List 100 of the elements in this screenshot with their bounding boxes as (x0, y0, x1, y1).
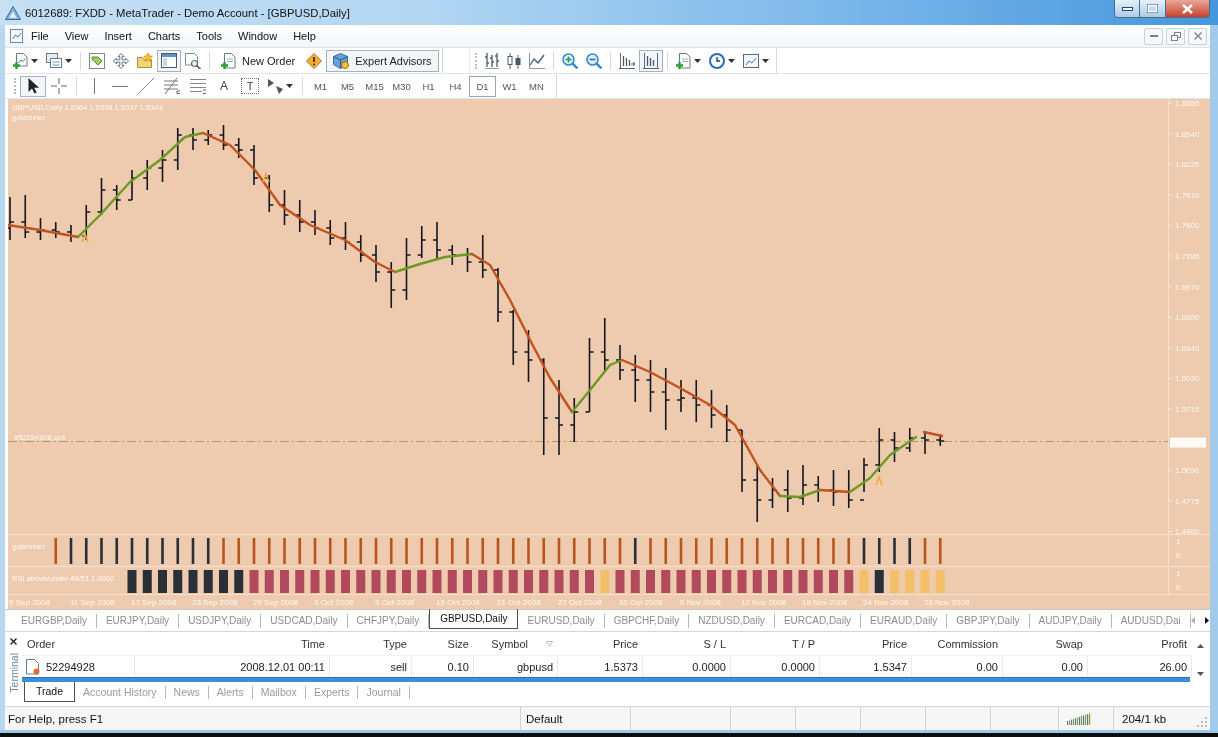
menu-item[interactable]: Tools (188, 30, 230, 42)
menu-item[interactable]: Window (230, 30, 286, 42)
chart-tab[interactable]: AUDUSD,Dai (1111, 614, 1191, 628)
table-cell: 1.5373 (604, 660, 638, 673)
signal-marker-icon (875, 474, 883, 486)
scroll-right-icon[interactable] (1204, 616, 1209, 624)
close-icon[interactable] (10, 638, 17, 645)
chart-tab[interactable]: EURAUD,Daily (861, 614, 948, 628)
close-button[interactable] (1166, 0, 1210, 18)
scroll-down-icon[interactable] (1196, 672, 1204, 676)
timeframe-button[interactable]: M15 (361, 75, 388, 97)
new-order-button[interactable]: New Order (214, 49, 303, 72)
page-plus-icon (675, 52, 691, 69)
chart-tab[interactable]: AUDJPY,Daily (1029, 614, 1112, 628)
four-arrows-icon (113, 52, 129, 69)
price-label: 1.5090 (1175, 466, 1200, 476)
price-label: 1.6970 (1175, 282, 1200, 292)
menu-item[interactable]: File (23, 30, 57, 42)
price-label: 1.4775 (1175, 496, 1200, 506)
price-label: 1.8540 (1175, 129, 1200, 139)
maximize-button[interactable] (1140, 0, 1166, 18)
date-label: 12 Nov 2008 (741, 598, 787, 607)
chart-tab[interactable]: GBPUSD,Daily (429, 609, 519, 629)
table-cell: sell (390, 660, 407, 673)
table-cell: 0.0000 (781, 660, 815, 673)
table-cell: 0.0000 (692, 660, 726, 673)
price-label: 1.7285 (1175, 252, 1200, 261)
column-header[interactable]: T / P (791, 637, 815, 650)
chart-tab[interactable]: GBPJPY,Daily (947, 614, 1030, 628)
date-label: 24 Nov 2008 (863, 598, 909, 607)
chart-tab[interactable]: GBPCHF,Daily (604, 614, 690, 628)
text-tool-button[interactable]: A (211, 75, 237, 97)
triangle-logo-icon (5, 5, 21, 20)
column-header[interactable]: Size (447, 637, 469, 650)
line-chart-icon (528, 52, 545, 69)
scroll-up-icon[interactable] (1196, 644, 1204, 648)
horizontal-line-icon (112, 84, 128, 88)
timeframe-button[interactable]: W1 (496, 75, 523, 97)
minimize-button[interactable] (1114, 0, 1140, 18)
column-header[interactable]: Price (881, 637, 907, 650)
column-header[interactable]: Commission (937, 637, 998, 650)
close-icon (1193, 32, 1202, 40)
timeframe-button[interactable]: H4 (442, 75, 469, 97)
column-header[interactable]: S / L (703, 637, 726, 650)
tag-page-icon (89, 52, 105, 69)
chart-tab[interactable]: USDCAD,Daily (261, 614, 348, 628)
chart-tab[interactable]: EURUSD,Daily (518, 614, 605, 628)
chart-tab[interactable]: EURJPY,Daily (96, 614, 180, 628)
chart-tab[interactable]: EURGBP,Daily (12, 614, 97, 628)
expert-advisors-button[interactable]: Expert Advisors (326, 49, 439, 72)
chart-tab[interactable]: EURCAD,Daily (774, 614, 862, 628)
terminal-tab[interactable]: Trade (24, 682, 76, 702)
chart-tab[interactable]: CHFJPY,Daily (347, 614, 430, 628)
text-label-tool-button[interactable]: T (241, 78, 259, 94)
auto-scroll-button[interactable] (638, 49, 663, 72)
chart-tab[interactable]: NZDUSD,Daily (689, 614, 775, 628)
timeframe-button[interactable]: MN (523, 75, 550, 97)
menu-item[interactable]: Charts (139, 30, 189, 42)
zoom-in-icon (561, 52, 578, 69)
document-icon (26, 658, 40, 675)
column-header[interactable]: Price (612, 637, 638, 650)
cursor-icon (27, 78, 39, 94)
column-header[interactable]: Type (383, 637, 407, 650)
menu-item[interactable]: View (56, 30, 97, 42)
timeframe-button[interactable]: D1 (469, 75, 496, 97)
cursor-tool-button[interactable] (20, 75, 46, 97)
close-icon (1182, 3, 1193, 14)
column-header[interactable]: Profit (1161, 637, 1187, 650)
channel-lines-icon (190, 78, 206, 94)
resize-grip-icon[interactable] (1197, 717, 1207, 727)
panel-toggle-button[interactable] (157, 49, 181, 72)
chart-document-icon[interactable] (10, 29, 23, 43)
signal-bars-icon (1067, 712, 1091, 725)
table-cell: 0.00 (976, 660, 998, 673)
caret-icon (31, 58, 38, 63)
maximize-icon (1147, 4, 1158, 13)
menu-item[interactable]: Help (285, 30, 324, 42)
restore-icon (1170, 31, 1181, 41)
timeframe-button[interactable]: M5 (334, 75, 361, 97)
column-header[interactable]: Time (300, 637, 325, 650)
timeframe-button[interactable]: M1 (307, 75, 334, 97)
price-label: 1.4460 (1175, 527, 1200, 537)
table-cell: gbpusd (516, 660, 553, 673)
caret-icon (286, 84, 293, 88)
column-header[interactable]: Swap (1055, 637, 1083, 650)
trend-line-icon (138, 78, 154, 94)
table-cell: 0.10 (447, 660, 469, 673)
traffic-text: 204/1 kb (1122, 712, 1167, 725)
price-label: 1.6345 (1175, 343, 1200, 353)
restore-button[interactable] (1166, 27, 1185, 45)
chart-tab[interactable]: USDJPY,Daily (179, 614, 262, 628)
timeframe-button[interactable]: H1 (415, 75, 442, 97)
menu-item[interactable]: Insert (96, 30, 140, 42)
caret-icon (65, 58, 72, 63)
arrows-icon (268, 78, 283, 94)
table-cell: 26.00 (1159, 660, 1187, 673)
column-header[interactable]: Symbol (491, 637, 528, 650)
price-label: 1.7910 (1175, 190, 1200, 200)
timeframe-button[interactable]: M30 (388, 75, 415, 97)
column-header[interactable]: Order (27, 637, 56, 650)
